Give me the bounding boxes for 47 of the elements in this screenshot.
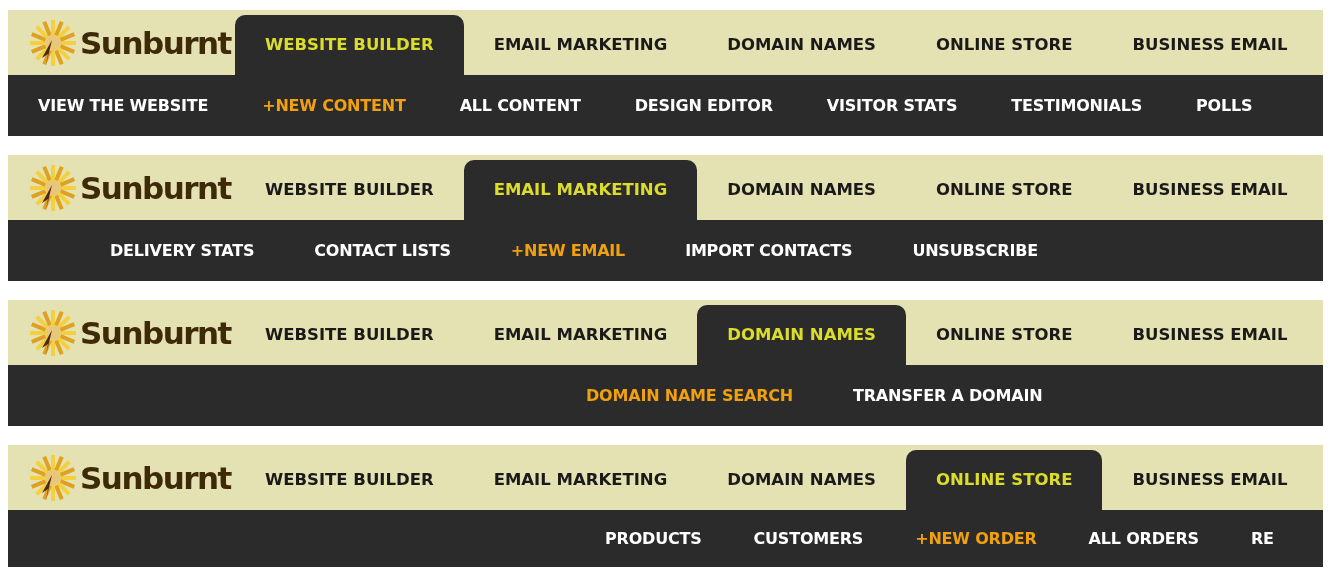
logo-text: Sunburnt <box>80 169 231 206</box>
submenu-link[interactable]: UNSUBSCRIBE <box>912 241 1038 260</box>
submenu-link[interactable]: +NEW ORDER <box>915 529 1037 548</box>
submenu-link[interactable]: POLLS <box>1196 96 1253 115</box>
logo-text: Sunburnt <box>80 314 231 351</box>
submenu-link[interactable]: +NEW CONTENT <box>262 96 406 115</box>
submenu-link[interactable]: ALL ORDERS <box>1088 529 1199 548</box>
nav-tab[interactable]: DOMAIN NAMES <box>697 305 906 365</box>
submenu-link[interactable]: IMPORT CONTACTS <box>685 241 853 260</box>
submenu-link[interactable]: DOMAIN NAME SEARCH <box>586 386 793 405</box>
submenu-link[interactable]: VIEW THE WEBSITE <box>38 96 209 115</box>
submenu-link[interactable]: TESTIMONIALS <box>1011 96 1143 115</box>
submenu-link[interactable]: CUSTOMERS <box>753 529 864 548</box>
nav-tab[interactable]: BUSINESS EMAIL <box>1102 15 1318 75</box>
nav-tab[interactable]: DOMAIN NAMES <box>697 160 906 220</box>
nav-tab[interactable]: DOMAIN NAMES <box>697 15 906 75</box>
submenu-link[interactable]: DELIVERY STATS <box>110 241 255 260</box>
nav-tab[interactable]: EMAIL MARKETING <box>463 305 698 365</box>
logo-text: Sunburnt <box>80 24 231 61</box>
nav-tab[interactable]: BUSINESS EMAIL <box>1102 305 1318 365</box>
nav-tab[interactable]: WEBSITE BUILDER <box>235 305 464 365</box>
submenu-link[interactable]: +NEW EMAIL <box>510 241 626 260</box>
nav-tab[interactable]: EMAIL MARKETING <box>463 15 698 75</box>
submenu-link[interactable]: PRODUCTS <box>605 529 702 548</box>
nav-tab[interactable]: WEBSITE BUILDER <box>235 160 464 220</box>
nav-tab[interactable]: ONLINE STORE <box>906 450 1103 510</box>
nav-tab[interactable]: ONLINE STORE <box>906 305 1103 365</box>
nav-tab[interactable]: BUSINESS EMAIL <box>1102 160 1318 220</box>
submenu-link[interactable]: TRANSFER A DOMAIN <box>853 386 1043 405</box>
sun-icon <box>28 17 78 68</box>
nav-tab[interactable]: ONLINE STORE <box>906 160 1103 220</box>
submenu-link[interactable]: ALL CONTENT <box>459 96 581 115</box>
logo-text: Sunburnt <box>80 459 231 496</box>
nav-tab[interactable]: ONLINE STORE <box>906 15 1103 75</box>
submenu-link[interactable]: RE <box>1250 529 1274 548</box>
nav-tab[interactable]: WEBSITE BUILDER <box>235 15 464 75</box>
sun-icon <box>28 307 78 358</box>
nav-tab[interactable]: DOMAIN NAMES <box>697 450 906 510</box>
submenu-link[interactable]: VISITOR STATS <box>826 96 958 115</box>
submenu-link[interactable]: CONTACT LISTS <box>314 241 451 260</box>
nav-tab[interactable]: WEBSITE BUILDER <box>235 450 464 510</box>
nav-tab[interactable]: EMAIL MARKETING <box>463 450 698 510</box>
sun-icon <box>28 162 78 213</box>
submenu-link[interactable]: DESIGN EDITOR <box>634 96 773 115</box>
sun-icon <box>28 452 78 503</box>
nav-tab[interactable]: EMAIL MARKETING <box>463 160 698 220</box>
nav-tab[interactable]: BUSINESS EMAIL <box>1102 450 1318 510</box>
